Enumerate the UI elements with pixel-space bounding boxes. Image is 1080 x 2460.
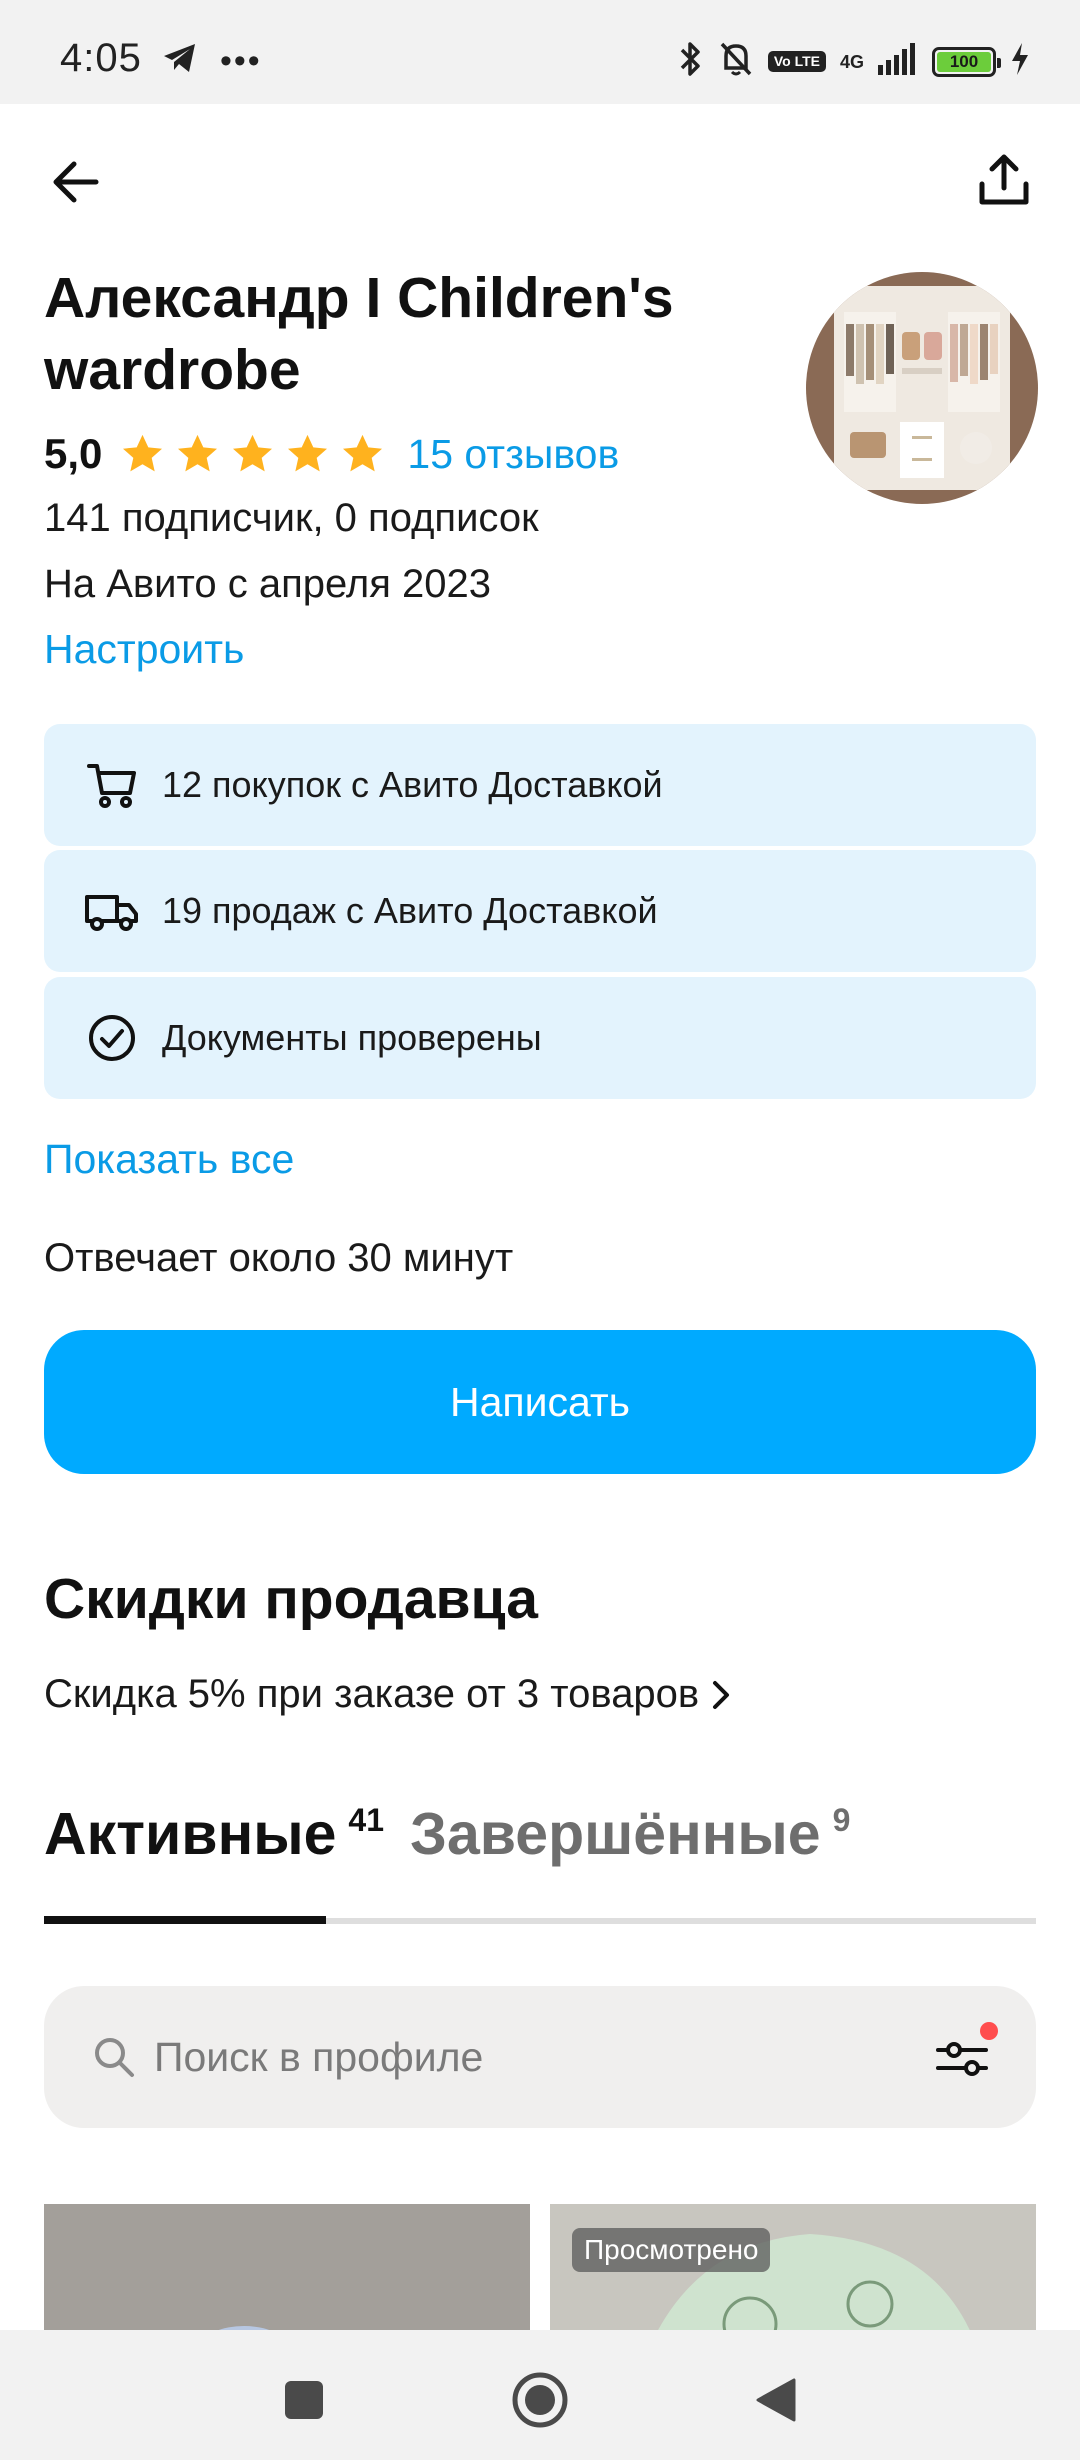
write-message-button[interactable]: Написать: [44, 1330, 1036, 1474]
nav-back-button[interactable]: [746, 2370, 806, 2430]
tab-count: 41: [348, 1802, 385, 1838]
back-button[interactable]: [44, 150, 108, 214]
status-time: 4:05: [60, 36, 142, 80]
viewed-badge: Просмотрено: [572, 2228, 771, 2272]
bell-off-icon: [718, 40, 754, 83]
info-card-text: Документы проверены: [162, 1017, 542, 1058]
info-card-sales[interactable]: 19 продаж с Авито Доставкой: [44, 850, 1036, 972]
battery-icon: 100: [932, 46, 1001, 77]
discount-text: Скидка 5% при заказе от 3 товаров: [44, 1672, 700, 1716]
listing-tabs: Активные 41 Завершённые 9: [44, 1800, 1036, 1924]
tab-completed[interactable]: Завершённые 9: [410, 1800, 850, 1868]
truck-icon: [82, 881, 142, 941]
filter-button[interactable]: [932, 2022, 998, 2088]
status-bar: 4:05 ••• Vo LTE 4G 100: [0, 0, 1080, 104]
info-card-text: 12 покупок с Авито Доставкой: [162, 764, 663, 805]
rating-value: 5,0: [44, 430, 103, 477]
share-button[interactable]: [972, 148, 1036, 212]
search-icon: [95, 2038, 134, 2077]
star-icon: [123, 434, 163, 471]
info-card-purchases[interactable]: 12 покупок с Авито Доставкой: [44, 724, 1036, 846]
home-circle-icon: [512, 2372, 568, 2428]
rating-stars: [120, 432, 385, 477]
tab-count: 9: [832, 1802, 851, 1838]
discounts-title: Скидки продавца: [44, 1567, 538, 1631]
chevron-right-icon: [713, 1680, 730, 1709]
tab-active[interactable]: Активные 41: [44, 1800, 384, 1868]
charging-icon: [1010, 43, 1030, 80]
seller-name: Александр I Children's wardrobe: [44, 266, 674, 402]
star-icon: [178, 434, 218, 471]
arrow-left-icon: [53, 161, 99, 203]
info-card-documents[interactable]: Документы проверены: [44, 977, 1036, 1099]
show-all-link[interactable]: Показать все: [44, 1136, 294, 1183]
rating-row: 5,0 15 отзывов: [44, 426, 619, 482]
bluetooth-icon: [678, 40, 704, 83]
network-type: 4G: [839, 51, 864, 72]
square-icon: [285, 2381, 323, 2419]
info-card-text: 19 продаж с Авито Доставкой: [162, 890, 658, 931]
volte-icon: Vo LTE: [767, 51, 826, 72]
customize-link[interactable]: Настроить: [44, 626, 244, 673]
star-icon: [343, 434, 383, 471]
signal-icon: [878, 43, 918, 80]
tab-indicator: [44, 1916, 326, 1924]
reviews-link[interactable]: 15 отзывов: [407, 431, 619, 478]
system-navigation-bar: [0, 2330, 1080, 2460]
star-icon: [288, 434, 328, 471]
tab-label: Активные: [44, 1801, 337, 1867]
telegram-icon: [162, 42, 198, 79]
tab-label: Завершённые: [410, 1801, 821, 1867]
cart-icon: [82, 755, 142, 815]
seller-avatar[interactable]: [806, 272, 1038, 504]
more-dots-icon: •••: [220, 41, 262, 80]
search-input[interactable]: [154, 2033, 894, 2081]
triangle-back-icon: [756, 2378, 796, 2422]
member-since: На Авито с апреля 2023: [44, 562, 492, 606]
filter-notification-dot: [980, 2022, 998, 2040]
share-icon: [979, 154, 1029, 205]
profile-search: [44, 1986, 1036, 2128]
home-button[interactable]: [510, 2370, 570, 2430]
star-icon: [233, 434, 273, 471]
discount-item[interactable]: Скидка 5% при заказе от 3 товаров: [44, 1672, 735, 1717]
subscribers-info: 141 подписчик, 0 подписок: [44, 496, 539, 540]
battery-level: 100: [937, 51, 991, 72]
check-circle-icon: [82, 1008, 142, 1068]
response-time: Отвечает около 30 минут: [44, 1236, 514, 1280]
recents-button[interactable]: [274, 2370, 334, 2430]
